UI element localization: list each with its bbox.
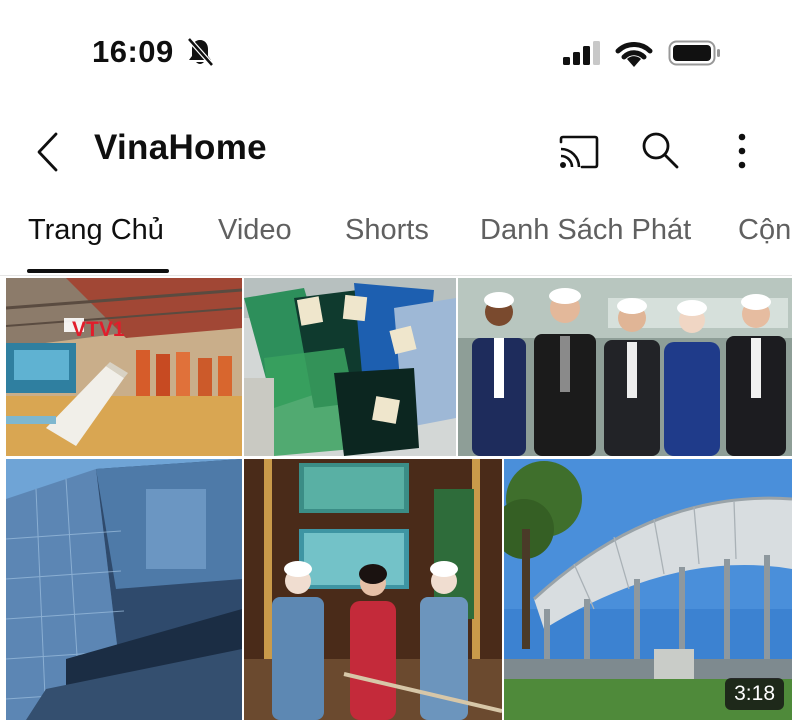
tab-shorts[interactable]: Shorts bbox=[345, 214, 429, 247]
vtv1-logo: VTV1 bbox=[72, 318, 125, 341]
tab-playlists[interactable]: Danh Sách Phát bbox=[480, 214, 691, 247]
showroom-thumbnail bbox=[244, 459, 502, 720]
tab-video[interactable]: Video bbox=[218, 214, 292, 247]
tower-thumbnail bbox=[6, 459, 242, 720]
app-header: VinaHome bbox=[0, 110, 792, 190]
grid-tile-canopy[interactable]: 3:18 bbox=[504, 459, 792, 720]
tab-community[interactable]: Cộng bbox=[738, 214, 792, 247]
cellular-signal-icon bbox=[563, 41, 600, 65]
grid-tile-factory[interactable]: VTV1 bbox=[6, 278, 242, 456]
grid-tile-showroom[interactable] bbox=[244, 459, 502, 720]
battery-icon bbox=[668, 40, 720, 66]
more-vertical-icon[interactable] bbox=[728, 128, 756, 174]
status-bar: 16:09 bbox=[0, 0, 792, 100]
factory-thumbnail: VTV1 bbox=[6, 278, 242, 456]
back-arrow-icon[interactable] bbox=[34, 130, 60, 174]
search-icon[interactable] bbox=[640, 130, 680, 170]
grid-tile-tower[interactable] bbox=[6, 459, 242, 720]
status-time: 16:09 bbox=[92, 34, 174, 69]
grid-tile-plastic-sheets[interactable] bbox=[244, 278, 456, 456]
video-duration-badge: 3:18 bbox=[725, 678, 784, 710]
bell-slash-icon bbox=[187, 37, 214, 67]
team-thumbnail bbox=[458, 278, 792, 456]
grid-tile-team[interactable] bbox=[458, 278, 792, 456]
shorts-grid: VTV1 3:18 bbox=[0, 278, 792, 720]
active-tab-indicator bbox=[27, 269, 169, 273]
wifi-icon bbox=[615, 42, 653, 67]
channel-title: VinaHome bbox=[94, 128, 267, 167]
channel-tabs: Trang Chủ Video Shorts Danh Sách Phát Cộ… bbox=[0, 196, 792, 276]
cast-icon[interactable] bbox=[558, 134, 600, 170]
tab-home[interactable]: Trang Chủ bbox=[28, 214, 164, 247]
sheets-thumbnail bbox=[244, 278, 456, 456]
